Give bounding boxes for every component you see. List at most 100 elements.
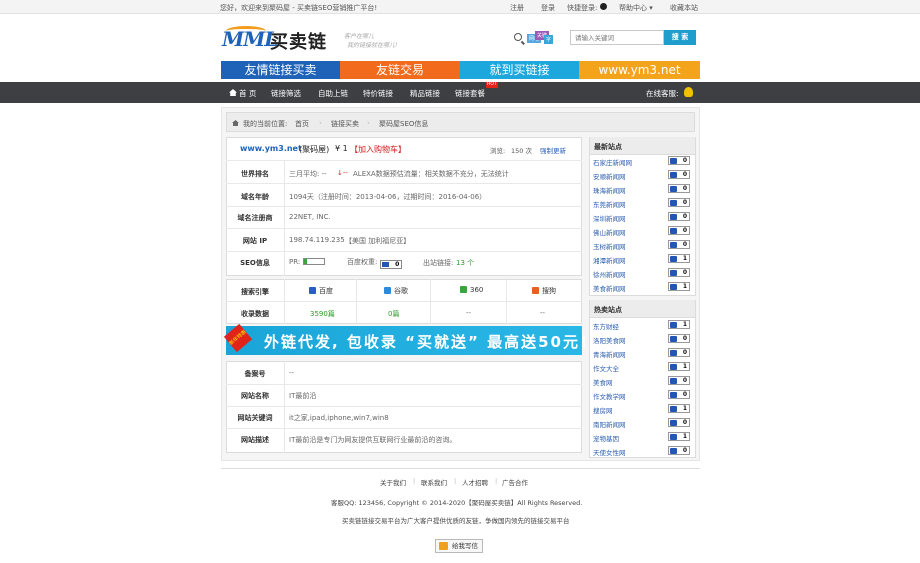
engine-baidu[interactable]: 百度	[309, 286, 333, 296]
baidu-index-count[interactable]: 3590篇	[310, 309, 335, 319]
breadcrumb: 我的当前位置: 首页 › 链接买卖 › 聚码屋SEO信息	[226, 112, 695, 132]
nav-special-links[interactable]: 特价链接	[363, 88, 393, 99]
sidebar-site-link[interactable]: 东莞新闻网	[593, 199, 626, 209]
footer-link-ads[interactable]: 广告合作	[502, 477, 528, 487]
sidebar-site-count: 1	[668, 432, 690, 441]
sidebar-site-count: 1	[668, 320, 690, 329]
quick-login-label: 快捷登录:	[567, 4, 598, 12]
site-domain[interactable]: www.ym3.net	[240, 144, 302, 153]
footer-link-jobs[interactable]: 人才招聘	[462, 477, 488, 487]
baidu-icon	[309, 287, 316, 294]
sidebar-site-count: 0	[668, 170, 690, 179]
engine-name: 谷歌	[394, 287, 408, 295]
nav-self-link[interactable]: 自助上链	[318, 88, 348, 99]
engine-360[interactable]: 360	[460, 286, 483, 294]
banner-block-3[interactable]: 就到买链接	[460, 61, 579, 79]
sidebar-site-link[interactable]: 作文大全	[593, 363, 619, 373]
outbound-links-value: 13 个	[456, 259, 475, 267]
sidebar-site-count: 0	[668, 226, 690, 235]
pr-indicator: PR:	[289, 258, 326, 266]
banner-block-4[interactable]: www.ym3.net	[579, 61, 700, 79]
sidebar-site-link[interactable]: 安顺新闻网	[593, 171, 626, 181]
sidebar-site-link[interactable]: 湘潭新闻网	[593, 255, 626, 265]
footer-separator: |	[413, 477, 416, 485]
breadcrumb-separator: ›	[319, 119, 322, 127]
hot-badge: HOT	[486, 82, 498, 88]
sidebar-site-link[interactable]: 佛山新闻网	[593, 227, 626, 237]
sidebar-site-count: 0	[668, 156, 690, 165]
search-tag[interactable]: 字	[544, 35, 554, 44]
sidebar-site-count: 0	[668, 348, 690, 357]
nav-link-filter[interactable]: 链接筛选	[271, 88, 301, 99]
search-input[interactable]	[570, 30, 664, 45]
divider	[430, 279, 431, 324]
outbound-links-label: 出站链接:	[423, 259, 454, 267]
login-link[interactable]: 登录	[541, 3, 555, 13]
engine-sogou[interactable]: 搜狗	[532, 286, 556, 296]
sidebar-site-link[interactable]: 洛阳美食网	[593, 335, 626, 345]
seo-info-label: SEO信息	[240, 259, 270, 267]
keywords-label: 网站关键词	[237, 414, 273, 422]
breadcrumb-link-trade[interactable]: 链接买卖	[331, 119, 359, 129]
add-to-cart-link[interactable]: 【加入购物车】	[350, 144, 406, 155]
sidebar-site-link[interactable]: 青海新闻网	[593, 349, 626, 359]
breadcrumb-prefix: 我的当前位置:	[243, 120, 288, 128]
sidebar-site-link[interactable]: 美食新闻网	[593, 283, 626, 293]
sidebar-site-link[interactable]: 宠物基因	[593, 433, 619, 443]
sidebar-site-link[interactable]: 天使女性网	[593, 447, 626, 457]
sidebar-site-link[interactable]: 石家庄新闻网	[593, 157, 632, 167]
index-data-label: 收录数据	[241, 310, 269, 318]
domain-age-label: 域名年龄	[241, 193, 269, 201]
search-button[interactable]: 搜 索	[664, 30, 696, 45]
register-link[interactable]: 注册	[510, 3, 524, 13]
divider	[226, 406, 582, 407]
divider	[356, 279, 357, 324]
home-icon	[229, 89, 237, 96]
sidebar-site-link[interactable]: 东方财经	[593, 321, 619, 331]
pr-label: PR:	[289, 258, 301, 266]
footer-link-contact[interactable]: 联系我们	[421, 477, 447, 487]
breadcrumb-home[interactable]: 首页	[295, 119, 309, 129]
footer-separator: |	[454, 477, 457, 485]
sidebar-site-count: 0	[668, 390, 690, 399]
force-refresh-link[interactable]: 强制更新	[540, 145, 566, 155]
sidebar-site-link[interactable]: 珠海新闻网	[593, 185, 626, 195]
banner-block-1[interactable]: 友情链接买卖	[221, 61, 340, 79]
site-price: ¥ 1	[335, 144, 348, 153]
alexa-note: ALEXA数据预估流量：相关数据不充分，无法统计	[353, 170, 509, 178]
bookmark-link[interactable]: 收藏本站	[670, 3, 698, 13]
baidu-weight: 百度权重: 0	[347, 257, 403, 269]
logo-text[interactable]: 买卖链	[270, 28, 327, 54]
help-center-link[interactable]: 帮助中心 ▾	[619, 3, 653, 13]
banner-block-2[interactable]: 友链交易	[340, 61, 460, 79]
engine-google[interactable]: 谷歌	[384, 286, 408, 296]
google-index-count[interactable]: 0篇	[388, 309, 399, 319]
sidebar-site-link[interactable]: 深圳新闻网	[593, 213, 626, 223]
sidebar-site-link[interactable]: 徐州新闻网	[593, 269, 626, 279]
sogou-index-count: --	[540, 309, 546, 317]
sidebar-site-link[interactable]: 搜房网	[593, 405, 613, 415]
write-to-us-button[interactable]: 给我写信	[435, 539, 483, 553]
sidebar-site-count: 1	[668, 254, 690, 263]
views-label: 浏览:	[490, 147, 506, 155]
nav-link-packages[interactable]: 链接套餐	[455, 88, 485, 99]
nav-home[interactable]: 首 页	[239, 88, 256, 99]
sidebar-site-count: 0	[668, 268, 690, 277]
divider	[226, 183, 582, 184]
sidebar-site-link[interactable]: 美食网	[593, 377, 613, 387]
latest-sites-title: 最新站点	[590, 137, 695, 155]
world-rank-label: 世界排名	[241, 170, 269, 178]
divider	[284, 160, 285, 276]
sidebar-site-link[interactable]: 作文教学网	[593, 391, 626, 401]
promo-text: 外链代发, 包收录 “买就送” 最高送50元!	[264, 333, 589, 351]
sidebar-site-count: 0	[668, 184, 690, 193]
sidebar-site-link[interactable]: 玉树新闻网	[593, 241, 626, 251]
nav-premium-links[interactable]: 精品链接	[410, 88, 440, 99]
qq-icon[interactable]	[600, 3, 607, 10]
divider	[226, 384, 582, 385]
qq-service-icon[interactable]	[684, 87, 693, 97]
divider	[506, 279, 507, 324]
footer-link-about[interactable]: 关于我们	[380, 477, 406, 487]
baidu-weight-label: 百度权重:	[347, 258, 378, 266]
sidebar-site-link[interactable]: 南阳新闻网	[593, 419, 626, 429]
